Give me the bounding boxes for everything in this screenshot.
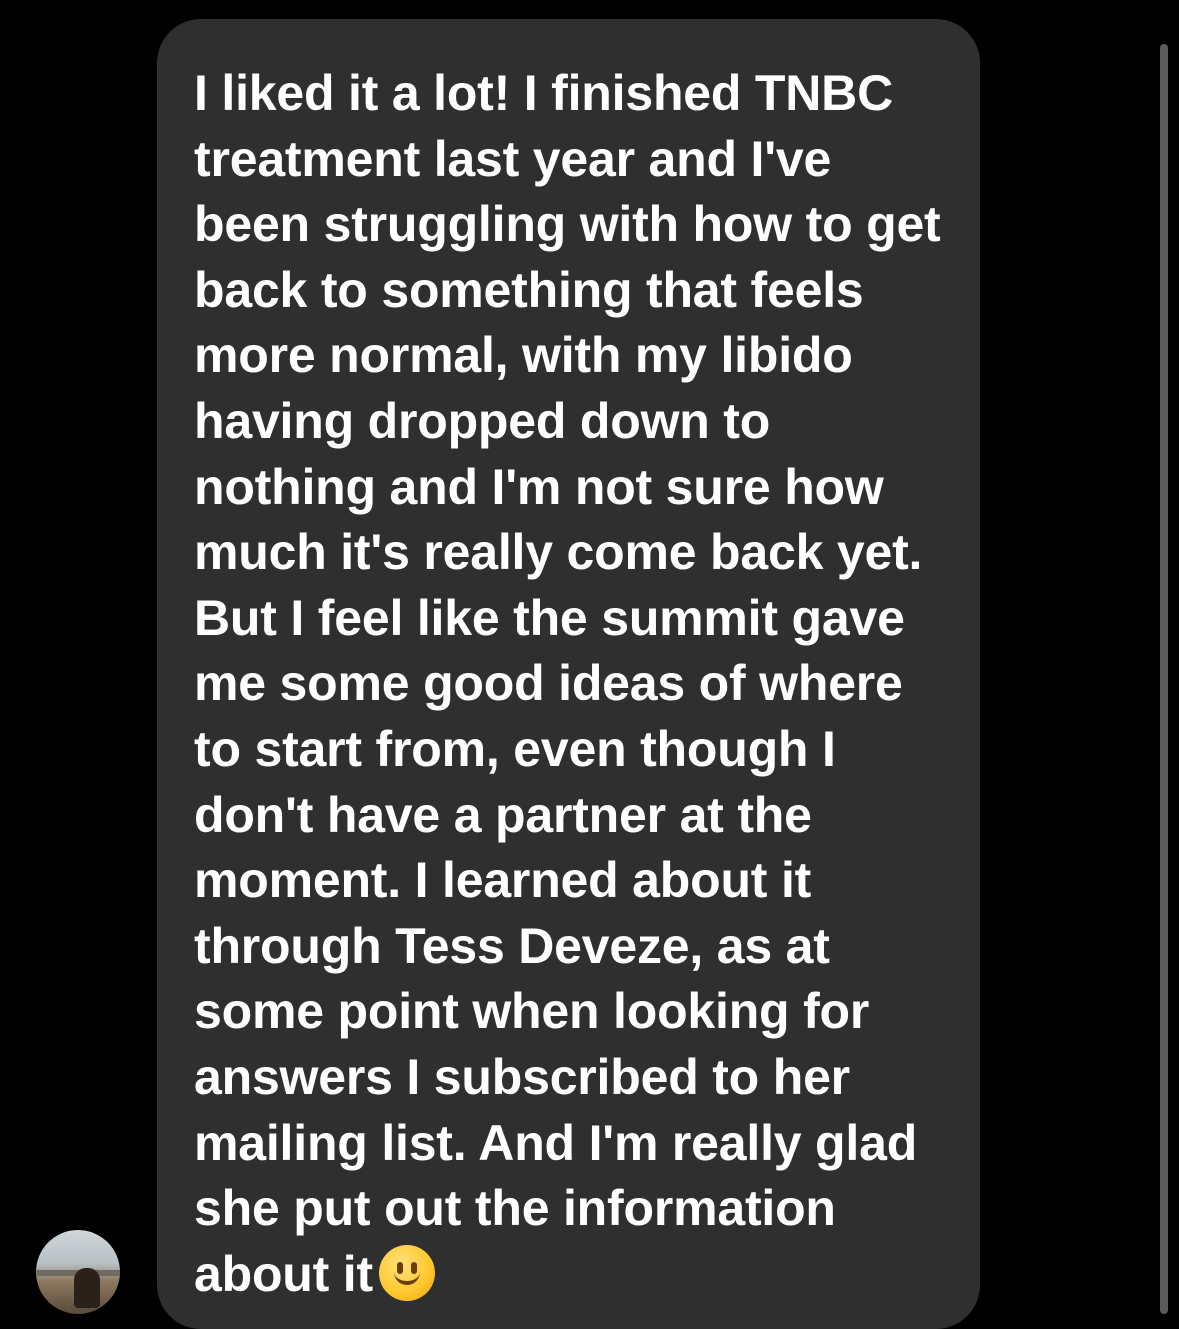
message-line: I liked it a lot! I finished TNBC bbox=[194, 65, 893, 121]
scrollbar[interactable] bbox=[1160, 44, 1168, 1314]
message-line: more normal, with my libido bbox=[194, 327, 853, 384]
message-line: don't have a partner at the bbox=[194, 786, 812, 843]
message-line: having dropped down to bbox=[194, 392, 771, 449]
sender-avatar[interactable] bbox=[36, 1230, 120, 1314]
message-line: back to something that feels bbox=[194, 261, 864, 318]
message-line-text: about it bbox=[194, 1245, 373, 1302]
message-line: treatment last year and I've bbox=[194, 130, 832, 187]
message-bubble[interactable]: I liked it a lot! I finished TNBC treatm… bbox=[157, 19, 980, 1329]
message-line: much it's really come back yet. bbox=[194, 524, 923, 581]
message-line: mailing list. And I'm really glad bbox=[194, 1114, 918, 1171]
message-line: moment. I learned about it bbox=[194, 852, 812, 909]
message-line: But I feel like the summit gave bbox=[194, 589, 905, 646]
message-line: me some good ideas of where bbox=[194, 655, 903, 712]
message-line: to start from, even though I bbox=[194, 720, 836, 777]
message-line: been struggling with how to get bbox=[194, 196, 941, 253]
message-line: nothing and I'm not sure how bbox=[194, 458, 884, 515]
avatar-person bbox=[74, 1268, 100, 1308]
message-line-last: about it bbox=[194, 1242, 950, 1308]
chat-thread: I liked it a lot! I finished TNBC treatm… bbox=[0, 0, 1179, 1329]
emoji-mouth bbox=[393, 1271, 420, 1285]
message-line: answers I subscribed to her bbox=[194, 1048, 850, 1105]
message-line: some point when looking for bbox=[194, 983, 870, 1040]
slightly-smiling-face-icon bbox=[378, 1244, 435, 1301]
message-line: she put out the information bbox=[194, 1180, 836, 1237]
message-line: through Tess Deveze, as at bbox=[194, 917, 830, 974]
